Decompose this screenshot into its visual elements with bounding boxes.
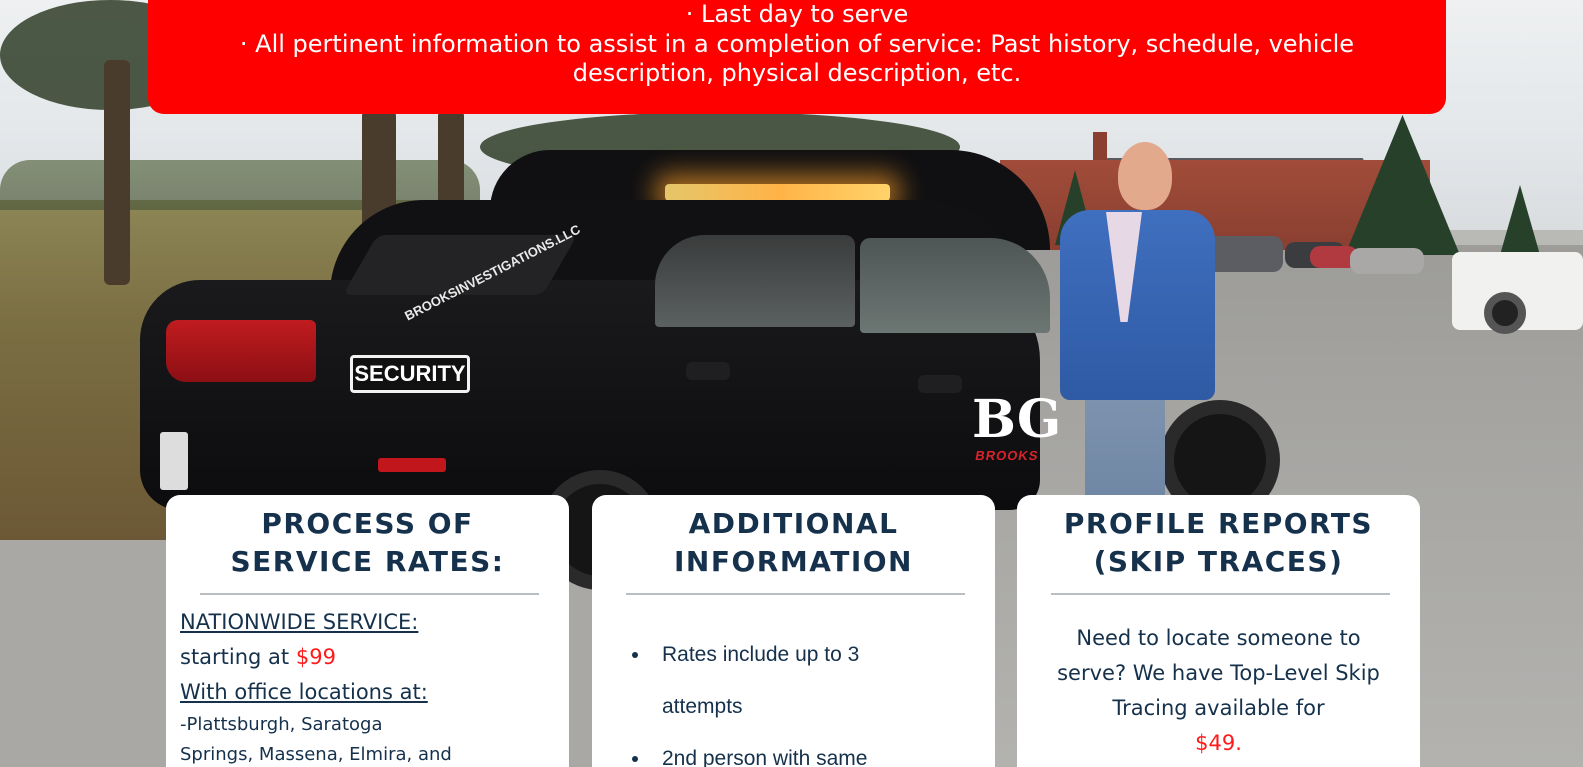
info-bullet-list: Rates include up to 3 attempts 2nd perso… — [592, 595, 995, 767]
car-taillight — [166, 320, 316, 382]
office-locations-line: -Plattsburgh, Saratoga — [180, 714, 383, 735]
card-title: PROCESS OF SERVICE RATES: — [166, 505, 569, 581]
card-title: ADDITIONAL INFORMATION — [592, 505, 995, 581]
card-title-line: PROCESS OF — [261, 507, 474, 540]
service-rates-card: PROCESS OF SERVICE RATES: NATIONWIDE SER… — [166, 495, 569, 767]
banner-line-pertinent-info: · All pertinent information to assist in… — [239, 29, 1355, 88]
card-title: PROFILE REPORTS (SKIP TRACES) — [1017, 505, 1420, 581]
skip-trace-description: Need to locate someone to serve? We have… — [1057, 626, 1380, 720]
starting-price-line: starting at $99 — [180, 640, 555, 675]
card-body: NATIONWIDE SERVICE: starting at $99 With… — [166, 595, 569, 767]
office-locations-line: Springs, Massena, Elmira, and — [180, 744, 452, 765]
info-banner: · Last day to serve · All pertinent info… — [148, 0, 1446, 114]
card-title-line: (SKIP TRACES) — [1093, 545, 1344, 578]
card-title-line: ADDITIONAL — [688, 507, 899, 540]
starting-price: $99 — [295, 645, 336, 669]
card-title-line: INFORMATION — [674, 545, 913, 578]
door-handle — [686, 362, 730, 380]
parked-car — [1350, 248, 1424, 274]
card-title-line: SERVICE RATES: — [230, 545, 505, 578]
car-rear-door-window — [655, 235, 855, 327]
card-title-line: PROFILE REPORTS — [1063, 507, 1374, 540]
company-logo-decal: BG BROOKS — [972, 389, 1062, 492]
banner-line-last-day: · Last day to serve — [685, 0, 909, 28]
office-locations-label: With office locations at: — [180, 680, 428, 704]
door-handle — [918, 375, 962, 393]
car-front-door-window — [860, 238, 1050, 333]
additional-information-card: ADDITIONAL INFORMATION Rates include up … — [592, 495, 995, 767]
profile-reports-card: PROFILE REPORTS (SKIP TRACES) Need to lo… — [1017, 495, 1420, 767]
nationwide-service-label: NATIONWIDE SERVICE: — [180, 610, 419, 634]
bullet-item: 2nd person with same — [630, 733, 995, 767]
license-plate — [160, 432, 188, 490]
skip-trace-price: $49. — [1195, 731, 1242, 755]
car-reflector — [378, 458, 446, 472]
parked-car — [1205, 236, 1283, 272]
bullet-item: Rates include up to 3 — [630, 629, 995, 681]
security-badge: SECURITY — [350, 355, 470, 393]
bullet-item-continuation: attempts — [662, 695, 743, 718]
truck-wheel — [1484, 292, 1526, 334]
man-head — [1118, 142, 1172, 210]
man-legs — [1085, 390, 1165, 500]
logo-brand: BROOKS — [974, 448, 1040, 463]
logo-monogram: BG — [972, 389, 1062, 450]
amber-light-bar — [665, 184, 890, 201]
tree-trunk — [104, 60, 130, 285]
card-body: Need to locate someone to serve? We have… — [1017, 595, 1420, 761]
starting-at-text: starting at — [180, 645, 290, 669]
